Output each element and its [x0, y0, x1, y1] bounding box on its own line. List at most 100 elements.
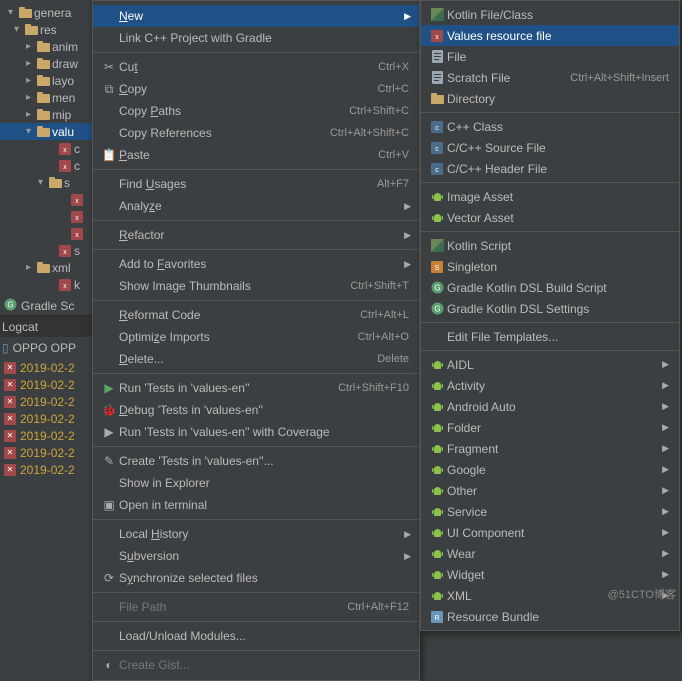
- menu-item-reformat-code[interactable]: Reformat CodeCtrl+Alt+L: [93, 304, 419, 326]
- expand-icon[interactable]: ▸: [26, 58, 36, 69]
- submenu-item-widget[interactable]: Widget▶: [421, 564, 679, 585]
- menu-item-find-usages[interactable]: Find UsagesAlt+F7: [93, 173, 419, 195]
- submenu-item-service[interactable]: Service▶: [421, 501, 679, 522]
- menu-label: Create Gist...: [119, 658, 409, 672]
- tree-item[interactable]: ▾valu: [0, 123, 92, 140]
- submenu-item-singleton[interactable]: SSingleton: [421, 256, 679, 277]
- menu-item-show-in-explorer[interactable]: Show in Explorer: [93, 472, 419, 494]
- submenu-item-wear[interactable]: Wear▶: [421, 543, 679, 564]
- expand-icon[interactable]: ▸: [26, 92, 36, 103]
- menu-item-copy-references[interactable]: Copy ReferencesCtrl+Alt+Shift+C: [93, 122, 419, 144]
- submenu-item-kotlin-script[interactable]: Kotlin Script: [421, 235, 679, 256]
- submenu-item-google[interactable]: Google▶: [421, 459, 679, 480]
- menu-item-run-tests-in-values-en[interactable]: ▶Run 'Tests in 'values-en''Ctrl+Shift+F1…: [93, 377, 419, 399]
- tree-item[interactable]: ▸xml: [0, 259, 92, 276]
- submenu-item-folder[interactable]: Folder▶: [421, 417, 679, 438]
- expand-icon[interactable]: ▸: [26, 41, 36, 52]
- tree-item[interactable]: ▾res: [0, 21, 92, 38]
- submenu-item-directory[interactable]: Directory: [421, 88, 679, 109]
- menu-item-load-unload-modules[interactable]: Load/Unload Modules...: [93, 625, 419, 647]
- submenu-item-aidl[interactable]: AIDL▶: [421, 354, 679, 375]
- menu-label: Copy Paths: [119, 104, 349, 118]
- menu-item-create-tests-in-values-en[interactable]: ✎Create 'Tests in 'values-en''...: [93, 450, 419, 472]
- svg-text:x: x: [75, 215, 79, 222]
- project-tree[interactable]: ▾genera▾res▸anim▸draw▸layo▸men▸mip▾valux…: [0, 0, 92, 608]
- menu-item-synchronize-selected-files[interactable]: ⟳Synchronize selected files: [93, 567, 419, 589]
- menu-item-open-in-terminal[interactable]: ▣Open in terminal: [93, 494, 419, 516]
- submenu-item-kotlin-file-class[interactable]: Kotlin File/Class: [421, 4, 679, 25]
- expand-icon[interactable]: ▾: [14, 24, 24, 35]
- menu-item-analyze[interactable]: Analyze▶: [93, 195, 419, 217]
- gradle-scripts[interactable]: GGradle Sc: [0, 297, 92, 315]
- submenu-label: AIDL: [447, 358, 662, 372]
- delete-icon[interactable]: ✕: [4, 447, 16, 459]
- submenu-item-gradle-kotlin-dsl-build-script[interactable]: GGradle Kotlin DSL Build Script: [421, 277, 679, 298]
- tree-item[interactable]: ▾s: [0, 174, 92, 191]
- tree-item[interactable]: ▸layo: [0, 72, 92, 89]
- menu-item-link-c-project-with-gradle[interactable]: Link C++ Project with Gradle: [93, 27, 419, 49]
- submenu-item-vector-asset[interactable]: Vector Asset: [421, 207, 679, 228]
- submenu-item-ui-component[interactable]: UI Component▶: [421, 522, 679, 543]
- expand-icon[interactable]: ▾: [38, 177, 48, 188]
- menu-item-delete[interactable]: Delete...Delete: [93, 348, 419, 370]
- menu-icon: ▶: [99, 425, 119, 439]
- tree-item[interactable]: ▸mip: [0, 106, 92, 123]
- submenu-item-values-resource-file[interactable]: xValues resource file: [421, 25, 679, 46]
- menu-label: Run 'Tests in 'values-en'' with Coverage: [119, 425, 409, 439]
- submenu-item-file[interactable]: File: [421, 46, 679, 67]
- menu-item-optimize-imports[interactable]: Optimize ImportsCtrl+Alt+O: [93, 326, 419, 348]
- tree-item[interactable]: ▾genera: [0, 4, 92, 21]
- submenu-item-other[interactable]: Other▶: [421, 480, 679, 501]
- delete-icon[interactable]: ✕: [4, 413, 16, 425]
- delete-icon[interactable]: ✕: [4, 379, 16, 391]
- expand-icon[interactable]: ▾: [26, 126, 36, 137]
- delete-icon[interactable]: ✕: [4, 430, 16, 442]
- submenu-item-scratch-file[interactable]: Scratch FileCtrl+Alt+Shift+Insert: [421, 67, 679, 88]
- menu-item-copy-paths[interactable]: Copy PathsCtrl+Shift+C: [93, 100, 419, 122]
- expand-icon[interactable]: ▸: [26, 75, 36, 86]
- tree-item[interactable]: ▸men: [0, 89, 92, 106]
- menu-item-cut[interactable]: ✂CutCtrl+X: [93, 56, 419, 78]
- expand-icon[interactable]: ▸: [26, 262, 36, 273]
- cpp-icon: c: [427, 142, 447, 154]
- svg-text:S: S: [435, 265, 440, 272]
- submenu-item-c-c-header-file[interactable]: cC/C++ Header File: [421, 158, 679, 179]
- logcat-tab[interactable]: Logcat: [0, 315, 92, 337]
- submenu-item-c-class[interactable]: cC++ Class: [421, 116, 679, 137]
- submenu-item-gradle-kotlin-dsl-settings[interactable]: GGradle Kotlin DSL Settings: [421, 298, 679, 319]
- menu-item-add-to-favorites[interactable]: Add to Favorites▶: [93, 253, 419, 275]
- tree-item[interactable]: xc: [0, 140, 92, 157]
- tree-item[interactable]: x: [0, 225, 92, 242]
- tree-item[interactable]: x: [0, 191, 92, 208]
- tree-item[interactable]: xc: [0, 157, 92, 174]
- tree-item[interactable]: x: [0, 208, 92, 225]
- delete-icon[interactable]: ✕: [4, 396, 16, 408]
- menu-item-run-tests-in-values-en-with-coverage[interactable]: ▶Run 'Tests in 'values-en'' with Coverag…: [93, 421, 419, 443]
- menu-item-subversion[interactable]: Subversion▶: [93, 545, 419, 567]
- delete-icon[interactable]: ✕: [4, 362, 16, 374]
- submenu-item-edit-file-templates[interactable]: Edit File Templates...: [421, 326, 679, 347]
- menu-item-paste[interactable]: 📋PasteCtrl+V: [93, 144, 419, 166]
- submenu-item-resource-bundle[interactable]: RResource Bundle: [421, 606, 679, 627]
- menu-item-new[interactable]: New▶: [93, 5, 419, 27]
- expand-icon[interactable]: ▾: [8, 7, 18, 18]
- menu-item-local-history[interactable]: Local History▶: [93, 523, 419, 545]
- submenu-item-fragment[interactable]: Fragment▶: [421, 438, 679, 459]
- menu-item-show-image-thumbnails[interactable]: Show Image ThumbnailsCtrl+Shift+T: [93, 275, 419, 297]
- expand-icon[interactable]: ▸: [26, 109, 36, 120]
- submenu-item-activity[interactable]: Activity▶: [421, 375, 679, 396]
- tree-item[interactable]: ▸anim: [0, 38, 92, 55]
- delete-icon[interactable]: ✕: [4, 464, 16, 476]
- menu-item-refactor[interactable]: Refactor▶: [93, 224, 419, 246]
- tree-item[interactable]: xs: [0, 242, 92, 259]
- tree-item[interactable]: ▸draw: [0, 55, 92, 72]
- tree-item[interactable]: xk: [0, 276, 92, 293]
- submenu-item-android-auto[interactable]: Android Auto▶: [421, 396, 679, 417]
- submenu-item-image-asset[interactable]: Image Asset: [421, 186, 679, 207]
- submenu-label: C/C++ Header File: [447, 162, 669, 176]
- device-selector[interactable]: ▯OPPO OPP: [0, 337, 92, 359]
- submenu-item-c-c-source-file[interactable]: cC/C++ Source File: [421, 137, 679, 158]
- menu-item-debug-tests-in-values-en[interactable]: 🐞Debug 'Tests in 'values-en'': [93, 399, 419, 421]
- submenu-label: Activity: [447, 379, 662, 393]
- menu-item-copy[interactable]: ⧉CopyCtrl+C: [93, 78, 419, 100]
